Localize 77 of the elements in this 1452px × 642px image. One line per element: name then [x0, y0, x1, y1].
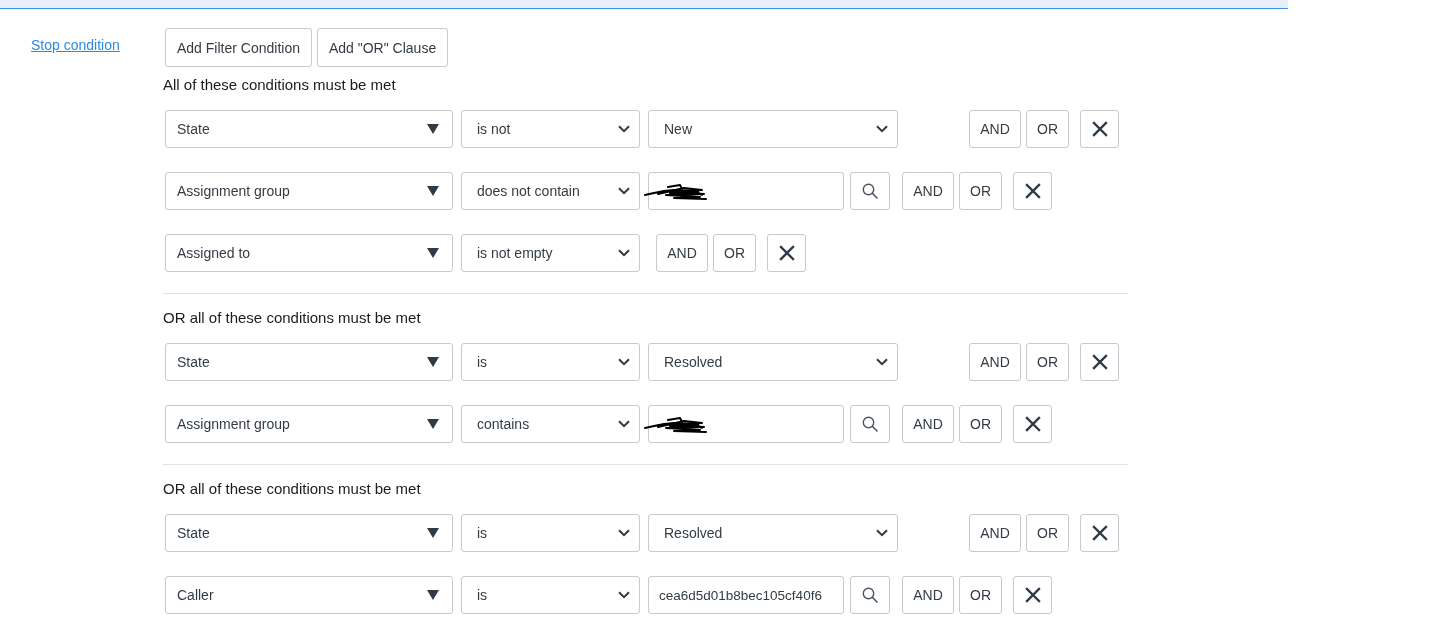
remove-condition-button[interactable] [1080, 343, 1119, 381]
chevron-down-icon [618, 591, 630, 599]
search-icon [862, 416, 878, 432]
search-button[interactable] [850, 172, 890, 210]
or-button[interactable]: OR [959, 172, 1002, 210]
caret-down-icon [427, 124, 439, 134]
caret-down-icon [427, 419, 439, 429]
search-button[interactable] [850, 405, 890, 443]
and-button[interactable]: AND [902, 405, 954, 443]
caret-down-icon [427, 590, 439, 600]
remove-condition-button[interactable] [1080, 110, 1119, 148]
chevron-down-icon [876, 529, 888, 537]
or-button[interactable]: OR [1026, 514, 1069, 552]
field-select[interactable]: Assigned to [165, 234, 453, 272]
remove-condition-button[interactable] [1013, 576, 1052, 614]
value-select[interactable]: Resolved [648, 514, 898, 552]
value-select[interactable]: New [648, 110, 898, 148]
and-button[interactable]: AND [902, 576, 954, 614]
and-button[interactable]: AND [969, 110, 1021, 148]
search-icon [862, 183, 878, 199]
caret-down-icon [427, 357, 439, 367]
close-icon [1024, 587, 1041, 603]
field-select[interactable]: State [165, 110, 453, 148]
operator-select[interactable]: is [461, 576, 640, 614]
chevron-down-icon [876, 358, 888, 366]
caret-down-icon [427, 186, 439, 196]
field-select[interactable]: Caller [165, 576, 453, 614]
remove-condition-button[interactable] [1013, 405, 1052, 443]
stop-condition-link[interactable]: Stop condition [31, 37, 120, 53]
reference-input[interactable] [648, 405, 844, 443]
caret-down-icon [427, 528, 439, 538]
field-select[interactable]: Assignment group [165, 405, 453, 443]
add-or-clause-button[interactable]: Add "OR" Clause [316, 28, 449, 67]
operator-select[interactable]: is not empty [461, 234, 640, 272]
search-icon [862, 587, 878, 603]
field-select[interactable]: State [165, 514, 453, 552]
close-icon [1024, 183, 1041, 199]
remove-condition-button[interactable] [1013, 172, 1052, 210]
operator-select[interactable]: is [461, 514, 640, 552]
field-select[interactable]: Assignment group [165, 172, 453, 210]
reference-input[interactable] [648, 172, 844, 210]
chevron-down-icon [876, 125, 888, 133]
or-button[interactable]: OR [1026, 343, 1069, 381]
close-icon [1091, 121, 1108, 137]
and-button[interactable]: AND [902, 172, 954, 210]
group-heading: OR all of these conditions must be met [163, 479, 421, 499]
field-select[interactable]: State [165, 343, 453, 381]
close-icon [1091, 354, 1108, 370]
operator-select[interactable]: does not contain [461, 172, 640, 210]
or-button[interactable]: OR [959, 576, 1002, 614]
chevron-down-icon [618, 529, 630, 537]
search-button[interactable] [850, 576, 890, 614]
or-button[interactable]: OR [1026, 110, 1069, 148]
chevron-down-icon [618, 187, 630, 195]
remove-condition-button[interactable] [767, 234, 806, 272]
add-filter-condition-button[interactable]: Add Filter Condition [165, 28, 312, 67]
value-select[interactable]: Resolved [648, 343, 898, 381]
chevron-down-icon [618, 420, 630, 428]
and-button[interactable]: AND [969, 514, 1021, 552]
operator-select[interactable]: contains [461, 405, 640, 443]
group-heading: All of these conditions must be met [163, 75, 396, 95]
chevron-down-icon [618, 125, 630, 133]
operator-select[interactable]: is [461, 343, 640, 381]
close-icon [778, 245, 795, 261]
or-button[interactable]: OR [713, 234, 756, 272]
close-icon [1024, 416, 1041, 432]
chevron-down-icon [618, 358, 630, 366]
close-icon [1091, 525, 1108, 541]
and-button[interactable]: AND [656, 234, 708, 272]
and-button[interactable]: AND [969, 343, 1021, 381]
operator-select[interactable]: is not [461, 110, 640, 148]
chevron-down-icon [618, 249, 630, 257]
caret-down-icon [427, 248, 439, 258]
remove-condition-button[interactable] [1080, 514, 1119, 552]
reference-input[interactable]: cea6d5d01b8bec105cf40f6 [648, 576, 844, 614]
group-heading: OR all of these conditions must be met [163, 308, 421, 328]
or-button[interactable]: OR [959, 405, 1002, 443]
